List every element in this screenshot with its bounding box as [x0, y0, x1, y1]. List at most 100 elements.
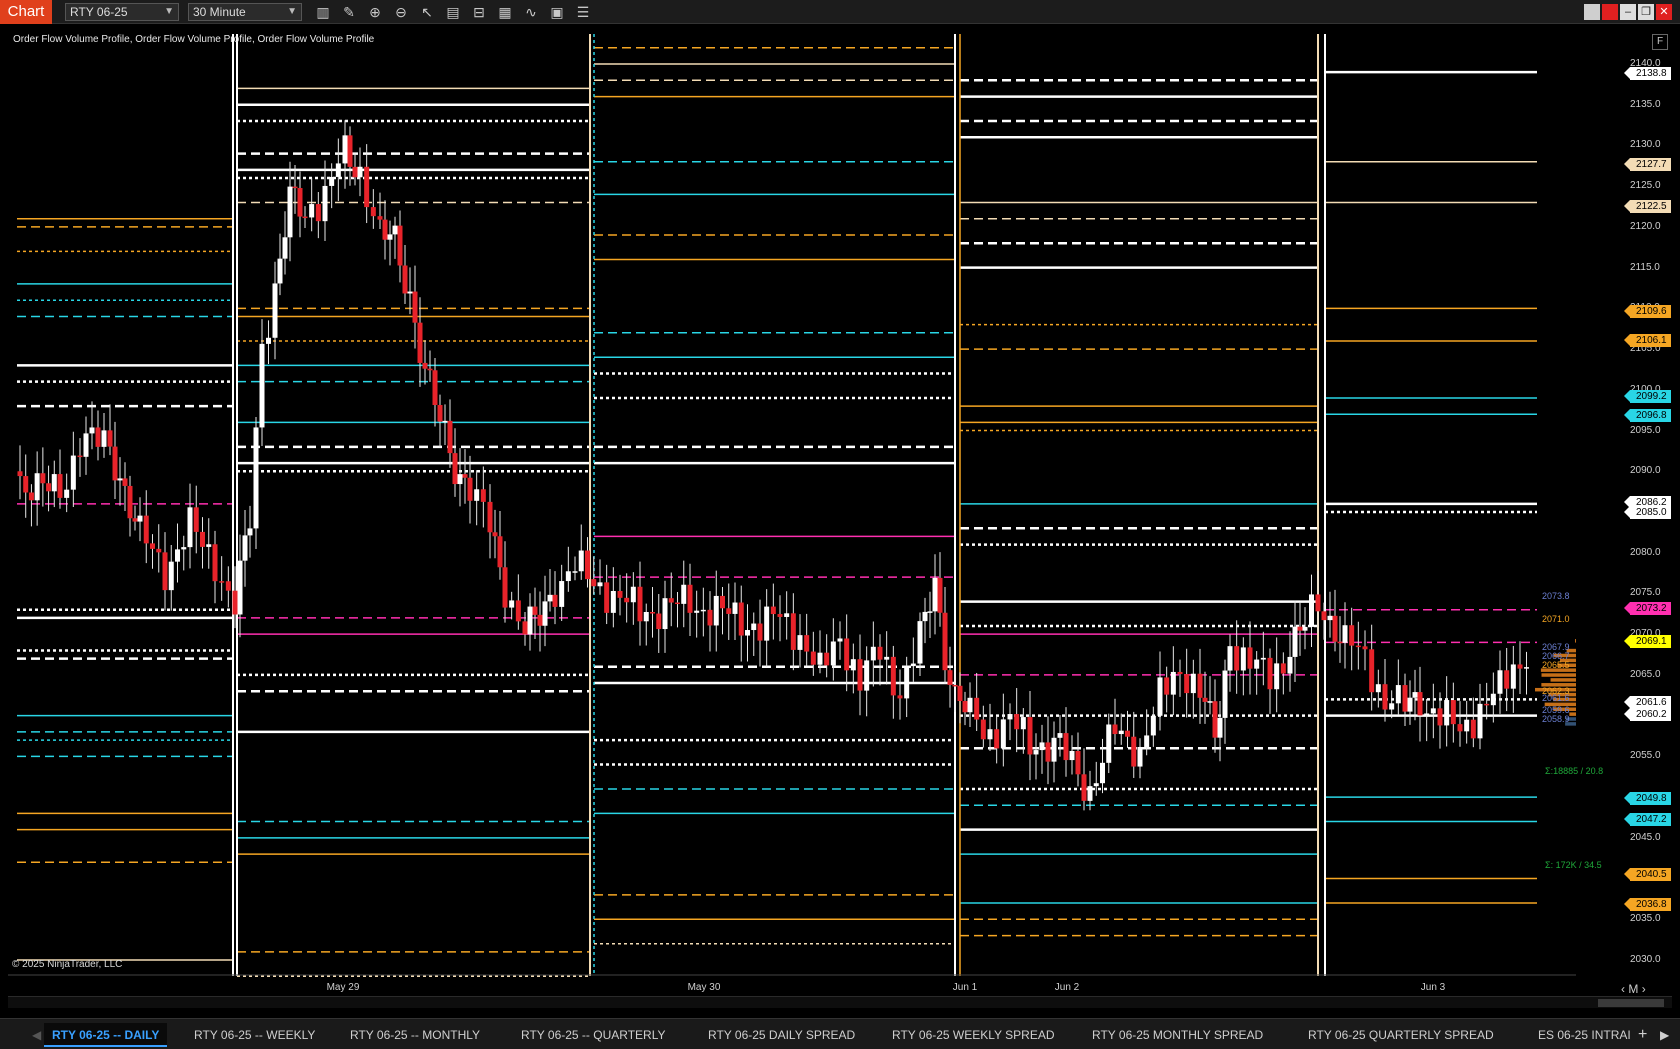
- candle-body[interactable]: [597, 582, 603, 587]
- chart-tab[interactable]: RTY 06-25 DAILY SPREAD: [700, 1023, 863, 1047]
- chart-tab[interactable]: ES 06-25 INTRAI: [1530, 1023, 1639, 1047]
- candle-body[interactable]: [1075, 750, 1081, 775]
- strategies-icon[interactable]: ▦: [496, 3, 514, 21]
- candle-body[interactable]: [1407, 697, 1413, 712]
- candle-body[interactable]: [462, 474, 468, 478]
- candle-body[interactable]: [837, 638, 843, 642]
- link-color-icon[interactable]: [1602, 4, 1618, 20]
- chart-trader-icon[interactable]: ☰: [574, 3, 592, 21]
- candle-body[interactable]: [1375, 684, 1381, 693]
- candle-body[interactable]: [1020, 717, 1026, 730]
- bar-style-icon[interactable]: ▥: [314, 3, 332, 21]
- candle-body[interactable]: [726, 608, 732, 614]
- candle-body[interactable]: [994, 729, 1000, 749]
- candle-body[interactable]: [40, 473, 46, 484]
- chevron-right-icon[interactable]: ›: [1642, 982, 1646, 996]
- candle-body[interactable]: [1382, 684, 1388, 710]
- candle-body[interactable]: [23, 476, 29, 493]
- candle-body[interactable]: [442, 420, 448, 423]
- candle-body[interactable]: [382, 219, 388, 240]
- candle-body[interactable]: [681, 584, 687, 604]
- candle-body[interactable]: [51, 474, 57, 492]
- candle-body[interactable]: [884, 656, 890, 660]
- candle-body[interactable]: [1039, 742, 1045, 751]
- candle-body[interactable]: [1227, 646, 1233, 671]
- candle-body[interactable]: [942, 612, 948, 671]
- candle-body[interactable]: [492, 532, 498, 537]
- candle-body[interactable]: [253, 427, 259, 529]
- candle-body[interactable]: [1497, 670, 1503, 694]
- candle-body[interactable]: [28, 492, 34, 501]
- candle-body[interactable]: [870, 646, 876, 661]
- candle-body[interactable]: [974, 697, 980, 720]
- properties-icon[interactable]: ▣: [548, 3, 566, 21]
- candle-body[interactable]: [1437, 708, 1443, 726]
- candle-body[interactable]: [1464, 719, 1470, 732]
- candle-body[interactable]: [732, 602, 738, 614]
- candle-body[interactable]: [1504, 670, 1510, 689]
- candle-body[interactable]: [542, 601, 548, 626]
- candle-body[interactable]: [17, 471, 23, 477]
- candle-body[interactable]: [910, 663, 916, 667]
- candle-body[interactable]: [1510, 664, 1516, 689]
- candle-body[interactable]: [1157, 677, 1163, 716]
- candle-body[interactable]: [656, 613, 662, 630]
- candle-body[interactable]: [1395, 685, 1401, 704]
- scrollbar-thumb[interactable]: [1598, 999, 1664, 1007]
- candle-body[interactable]: [1260, 657, 1266, 660]
- candle-body[interactable]: [1490, 693, 1496, 706]
- candle-body[interactable]: [392, 225, 398, 235]
- candle-body[interactable]: [1164, 677, 1170, 695]
- candle-body[interactable]: [437, 405, 443, 422]
- candle-body[interactable]: [857, 659, 863, 691]
- candle-body[interactable]: [1007, 714, 1013, 720]
- candle-body[interactable]: [1100, 762, 1105, 784]
- candle-body[interactable]: [277, 258, 283, 284]
- candle-body[interactable]: [1014, 714, 1020, 730]
- candle-body[interactable]: [57, 474, 63, 498]
- candle-body[interactable]: [1484, 703, 1490, 706]
- candle-body[interactable]: [624, 597, 630, 603]
- candle-body[interactable]: [617, 590, 623, 598]
- candle-body[interactable]: [237, 560, 243, 615]
- zoom-out-icon[interactable]: ⊖: [392, 3, 410, 21]
- candle-body[interactable]: [266, 337, 271, 344]
- candle-body[interactable]: [591, 579, 597, 587]
- candle-body[interactable]: [287, 186, 293, 238]
- candle-body[interactable]: [932, 577, 938, 612]
- candle-body[interactable]: [1234, 646, 1240, 671]
- candle-body[interactable]: [212, 544, 218, 582]
- candle-body[interactable]: [1170, 671, 1176, 695]
- candle-body[interactable]: [1045, 742, 1051, 762]
- candle-body[interactable]: [770, 606, 776, 615]
- interval-selector[interactable]: 30 Minute ▼: [188, 3, 302, 21]
- candle-body[interactable]: [377, 216, 383, 220]
- candle-body[interactable]: [1274, 663, 1280, 690]
- candle-body[interactable]: [1287, 656, 1293, 674]
- f-button[interactable]: F: [1652, 34, 1668, 50]
- candle-body[interactable]: [700, 609, 706, 612]
- candle-body[interactable]: [397, 225, 403, 266]
- candle-body[interactable]: [1337, 641, 1343, 644]
- candle-body[interactable]: [547, 594, 553, 602]
- candle-body[interactable]: [137, 515, 143, 522]
- chart-tab[interactable]: RTY 06-25 -- QUARTERLY: [513, 1023, 674, 1047]
- candle-body[interactable]: [922, 611, 928, 622]
- candle-body[interactable]: [1292, 626, 1298, 657]
- candle-body[interactable]: [342, 135, 348, 164]
- candle-body[interactable]: [559, 581, 565, 607]
- candle-body[interactable]: [694, 610, 700, 613]
- templates-icon[interactable]: ⊟: [470, 3, 488, 21]
- candle-body[interactable]: [784, 613, 790, 617]
- candle-body[interactable]: [292, 186, 298, 189]
- candle-body[interactable]: [1137, 746, 1143, 767]
- candle-body[interactable]: [917, 621, 923, 664]
- candle-body[interactable]: [112, 446, 118, 481]
- candle-body[interactable]: [738, 602, 744, 636]
- candle-body[interactable]: [817, 652, 823, 665]
- candle-body[interactable]: [630, 586, 636, 603]
- candle-body[interactable]: [143, 515, 149, 544]
- candle-body[interactable]: [329, 176, 335, 186]
- chart-tab-label[interactable]: Chart: [0, 0, 52, 24]
- candle-body[interactable]: [357, 166, 363, 178]
